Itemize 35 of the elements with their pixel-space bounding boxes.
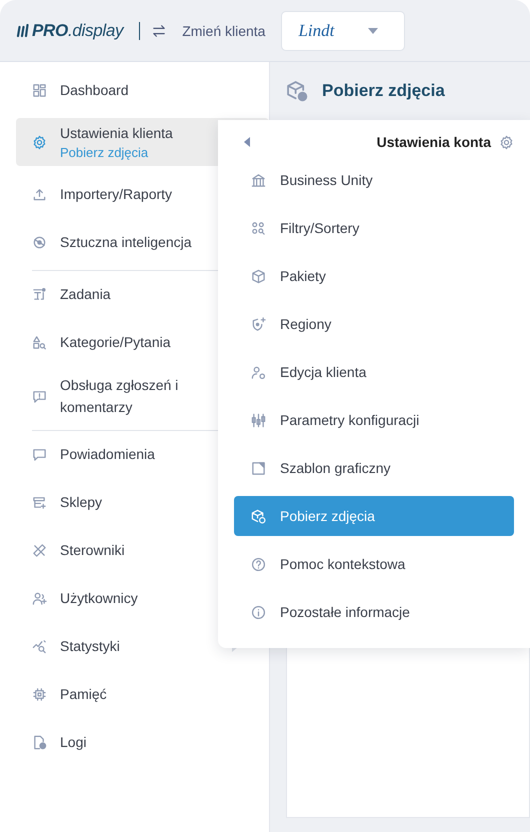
dots-icon xyxy=(251,220,266,236)
chip-icon xyxy=(32,686,47,702)
users-icon xyxy=(32,590,47,606)
shapes-icon xyxy=(32,334,47,350)
orbit-icon xyxy=(32,234,47,250)
upload-icon xyxy=(32,186,47,202)
logo: PRO.display xyxy=(32,20,124,40)
cube-download-icon xyxy=(286,80,308,102)
gear-icon xyxy=(32,134,47,150)
tools-icon xyxy=(32,542,47,558)
chart-icon xyxy=(32,638,47,654)
shield-icon xyxy=(251,316,266,332)
swap-icon xyxy=(152,24,166,38)
submenu-title: Ustawienia konta xyxy=(376,134,491,150)
caret-icon xyxy=(368,28,378,34)
store-icon xyxy=(32,494,47,510)
logo-bars-icon xyxy=(16,24,30,38)
small-gear-icon xyxy=(499,134,514,150)
sidebar-item[interactable]: Logi xyxy=(16,722,269,762)
sidebar-item[interactable]: Dashboard xyxy=(16,70,269,110)
bank-icon xyxy=(251,172,266,188)
file-icon xyxy=(32,734,47,750)
help-icon xyxy=(251,556,266,572)
sidebar-item[interactable]: Pamięć xyxy=(16,674,269,714)
square-icon xyxy=(251,460,266,476)
switch-client-button[interactable]: Zmień klienta xyxy=(152,22,266,38)
info-icon xyxy=(251,604,266,620)
alert-icon xyxy=(32,388,47,404)
sliders-icon xyxy=(251,412,266,428)
chat-icon xyxy=(32,446,47,462)
client-dropdown[interactable]: Lindt xyxy=(281,10,406,50)
cube-icon xyxy=(251,268,266,284)
grid-icon xyxy=(32,82,47,98)
caret-icon xyxy=(244,137,250,147)
page-title: Pobierz zdjęcia xyxy=(322,81,445,101)
